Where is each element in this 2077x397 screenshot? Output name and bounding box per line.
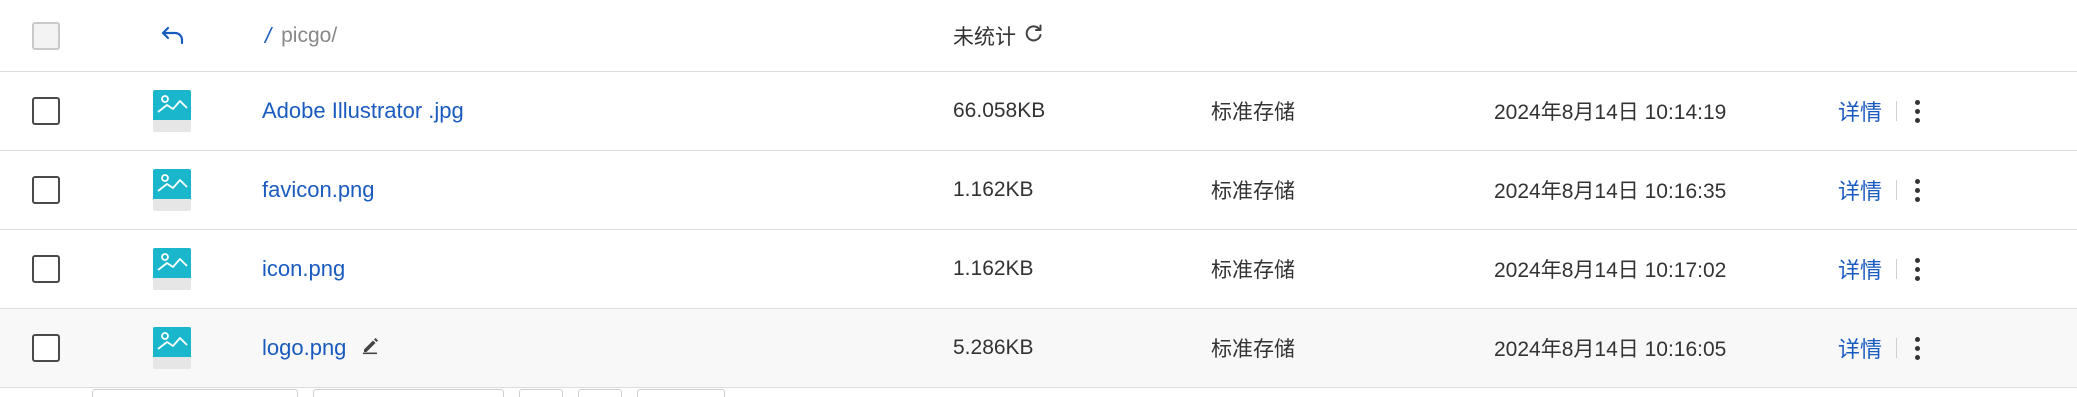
thumbnail-cell bbox=[153, 309, 191, 387]
file-size: 66.058KB bbox=[953, 99, 1046, 122]
thumbnail-cell bbox=[153, 151, 191, 229]
row-actions: 详情 bbox=[1838, 230, 1921, 308]
details-link[interactable]: 详情 bbox=[1838, 174, 1882, 206]
table-row[interactable]: favicon.png 1.162KB 标准存储 2024年8月14日 10:1… bbox=[0, 151, 2077, 230]
more-vertical-icon[interactable] bbox=[1913, 257, 1921, 281]
image-thumbnail-icon[interactable] bbox=[153, 169, 191, 211]
file-name-link[interactable]: icon.png bbox=[262, 230, 345, 308]
breadcrumb-root[interactable]: / bbox=[265, 23, 271, 49]
storage-class: 标准存储 bbox=[1211, 180, 1295, 203]
file-name-link[interactable]: logo.png bbox=[262, 335, 346, 361]
thumbnail-cell bbox=[153, 230, 191, 308]
table-header: / picgo/ 未统计 bbox=[0, 0, 2077, 72]
row-select-cell bbox=[32, 72, 60, 150]
row-checkbox[interactable] bbox=[32, 334, 60, 362]
go-button[interactable] bbox=[637, 389, 725, 397]
pencil-icon[interactable] bbox=[360, 335, 380, 361]
row-actions: 详情 bbox=[1838, 309, 1921, 387]
row-checkbox[interactable] bbox=[32, 97, 60, 125]
image-thumbnail-icon[interactable] bbox=[153, 90, 191, 132]
file-size: 1.162KB bbox=[953, 178, 1034, 201]
breadcrumb-current: picgo/ bbox=[281, 24, 338, 47]
details-link[interactable]: 详情 bbox=[1838, 95, 1882, 127]
stat-label: 未统计 bbox=[953, 26, 1016, 49]
row-actions: 详情 bbox=[1838, 151, 1921, 229]
table-row[interactable]: logo.png 5.286KB 标准存储 2024年8月14日 10:16:0… bbox=[0, 309, 2077, 388]
file-name-link[interactable]: favicon.png bbox=[262, 151, 375, 229]
file-size: 1.162KB bbox=[953, 257, 1034, 280]
details-link[interactable]: 详情 bbox=[1838, 332, 1882, 364]
divider bbox=[1896, 101, 1898, 121]
file-name-link[interactable]: Adobe Illustrator .jpg bbox=[262, 72, 464, 150]
row-select-cell bbox=[32, 230, 60, 308]
row-select-cell bbox=[32, 151, 60, 229]
row-select-cell bbox=[32, 309, 60, 387]
storage-class: 标准存储 bbox=[1211, 338, 1295, 361]
divider bbox=[1896, 180, 1898, 200]
file-name-cell: logo.png bbox=[262, 309, 380, 387]
storage-class: 标准存储 bbox=[1211, 101, 1295, 124]
prev-page-button[interactable] bbox=[519, 389, 563, 397]
thumbnail-cell bbox=[153, 72, 191, 150]
modified-date: 2024年8月14日 10:17:02 bbox=[1494, 259, 1727, 282]
breadcrumb: / picgo/ bbox=[265, 0, 337, 72]
storage-class: 标准存储 bbox=[1211, 259, 1295, 282]
image-thumbnail-icon[interactable] bbox=[153, 248, 191, 290]
pagination-bar bbox=[0, 389, 2077, 397]
modified-date: 2024年8月14日 10:16:05 bbox=[1494, 338, 1727, 361]
page-jump-input[interactable] bbox=[313, 389, 504, 397]
size-stat: 未统计 bbox=[953, 0, 1044, 72]
file-size: 5.286KB bbox=[953, 336, 1034, 359]
refresh-icon[interactable] bbox=[1016, 23, 1044, 49]
details-link[interactable]: 详情 bbox=[1838, 253, 1882, 285]
more-vertical-icon[interactable] bbox=[1913, 336, 1921, 360]
back-arrow-icon[interactable] bbox=[158, 20, 188, 55]
row-actions: 详情 bbox=[1838, 72, 1921, 150]
image-thumbnail-icon[interactable] bbox=[153, 327, 191, 369]
more-vertical-icon[interactable] bbox=[1913, 99, 1921, 123]
divider bbox=[1896, 259, 1898, 279]
next-page-button[interactable] bbox=[578, 389, 622, 397]
modified-date: 2024年8月14日 10:14:19 bbox=[1494, 101, 1727, 124]
table-row[interactable]: icon.png 1.162KB 标准存储 2024年8月14日 10:17:0… bbox=[0, 230, 2077, 309]
select-all-cell bbox=[32, 0, 60, 71]
select-all-checkbox[interactable] bbox=[32, 21, 60, 50]
divider bbox=[1896, 338, 1898, 358]
modified-date: 2024年8月14日 10:16:35 bbox=[1494, 180, 1727, 203]
page-size-select[interactable] bbox=[92, 389, 298, 397]
more-vertical-icon[interactable] bbox=[1913, 178, 1921, 202]
row-checkbox[interactable] bbox=[32, 255, 60, 283]
row-checkbox[interactable] bbox=[32, 176, 60, 204]
table-row[interactable]: Adobe Illustrator .jpg 66.058KB 标准存储 202… bbox=[0, 72, 2077, 151]
